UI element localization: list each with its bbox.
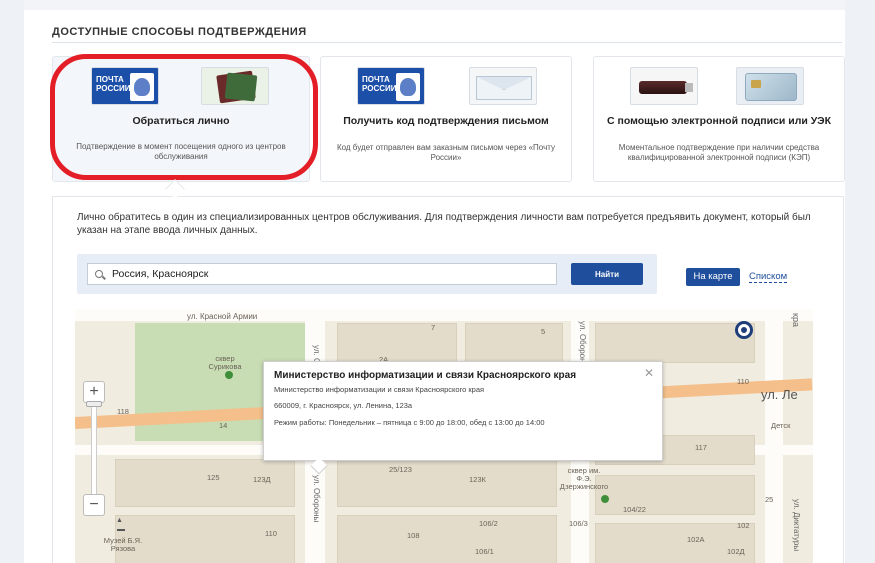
- left-rail: [0, 0, 24, 563]
- building-number: 102: [737, 521, 750, 530]
- russian-post-logo: ПОЧТА РОССИИ: [91, 67, 159, 105]
- smart-card-icon: [736, 67, 804, 105]
- street-label: ул. Ле: [761, 387, 798, 402]
- section-heading: ДОСТУПНЫЕ СПОСОБЫ ПОДТВЕРЖДЕНИЯ: [52, 26, 307, 38]
- street-label: ул. Красной Армии: [187, 312, 258, 321]
- method-title: Получить код подтверждения письмом: [343, 115, 549, 127]
- street-label: кра: [791, 313, 801, 327]
- method-description: Подтверждение в момент посещения одного …: [76, 142, 286, 161]
- heading-divider: [52, 42, 842, 43]
- building-number: 7: [431, 323, 436, 332]
- tree-icon: [225, 371, 233, 379]
- street-label: ул. Обороны: [312, 475, 321, 523]
- method-title: С помощью электронной подписи или УЭК: [606, 115, 832, 127]
- popup-subtitle: Министерство информатизации и связи Крас…: [274, 385, 485, 394]
- post-eagle-icon: [130, 73, 154, 101]
- building-number: 102А: [687, 535, 705, 544]
- building-number: 117: [695, 443, 707, 452]
- building-number: 104/22: [623, 505, 646, 514]
- building-number: 110: [737, 377, 749, 386]
- building-number: 102Д: [727, 547, 745, 556]
- building-block: [337, 459, 557, 507]
- passport-icon: [201, 67, 269, 105]
- top-strip: [0, 0, 875, 10]
- card-icons: ПОЧТА РОССИИ: [53, 67, 309, 105]
- usb-token-icon: [630, 67, 698, 105]
- method-description: Моментальное подтверждение при наличии с…: [618, 143, 820, 162]
- usb-tip: [685, 83, 693, 92]
- popup-hours: Режим работы: Понедельник – пятница с 9:…: [274, 418, 545, 427]
- method-card-e-signature[interactable]: С помощью электронной подписи или УЭК Мо…: [593, 56, 845, 182]
- building-number: 108: [407, 531, 420, 540]
- building-block: [595, 475, 755, 515]
- zoom-slider-handle[interactable]: [86, 401, 102, 407]
- building-block: [465, 323, 563, 363]
- russian-post-logo: ПОЧТА РОССИИ: [357, 67, 425, 105]
- card-chip: [751, 80, 761, 88]
- card-icons: ПОЧТА РОССИИ: [321, 67, 571, 105]
- view-map-toggle[interactable]: На карте: [686, 268, 740, 286]
- envelope-shape: [476, 76, 532, 100]
- square-label: сквер им. Ф.Э. Дзержинского: [559, 466, 609, 491]
- card-icons: [594, 67, 844, 105]
- road: [765, 309, 783, 563]
- search-input[interactable]: [87, 263, 557, 285]
- building-block: [595, 523, 755, 563]
- building-number: 106/3: [569, 519, 588, 528]
- map-label: Детск: [771, 421, 791, 430]
- passport-cover-2: [224, 72, 258, 102]
- building-number: 118: [117, 407, 129, 416]
- popup-title: Министерство информатизации и связи Крас…: [274, 370, 577, 381]
- right-rail: [845, 0, 875, 563]
- search-icon: [95, 270, 103, 278]
- method-title: Обратиться лично: [132, 115, 230, 127]
- building-number: 106/1: [475, 547, 494, 556]
- building-number: 5: [541, 327, 546, 336]
- method-card-letter[interactable]: ПОЧТА РОССИИ Получить код подтверждения …: [320, 56, 572, 182]
- zoom-out-button[interactable]: −: [83, 494, 105, 516]
- search-bar: Найти: [77, 254, 657, 294]
- tree-icon: [601, 495, 609, 503]
- page: ДОСТУПНЫЕ СПОСОБЫ ПОДТВЕРЖДЕНИЯ ПОЧТА РО…: [0, 0, 875, 563]
- building-number: 25/123: [389, 465, 412, 474]
- building-number: 125: [207, 473, 220, 482]
- method-card-in-person[interactable]: ПОЧТА РОССИИ Обратиться лично Подтвержде…: [52, 56, 310, 182]
- building-number: 14: [219, 421, 228, 430]
- street-label: ул. Диктатуры: [792, 499, 801, 552]
- view-list-link[interactable]: Списком: [749, 271, 788, 283]
- building-block: [337, 323, 457, 363]
- location-popup: ✕ Министерство информатизации и связи Кр…: [263, 361, 663, 461]
- zoom-in-button[interactable]: +: [83, 381, 105, 403]
- popup-address: 660009, г. Красноярск, ул. Ленина, 123а: [274, 401, 413, 410]
- map[interactable]: ул. Красной Армии сквер Сурикова ул. Обо…: [75, 309, 813, 563]
- usb-body: [639, 81, 687, 94]
- museum-label: Музей Б.Я. Рязова: [103, 536, 143, 553]
- find-button[interactable]: Найти: [571, 263, 643, 285]
- post-eagle-icon: [396, 73, 420, 101]
- method-description: Код будет отправлен вам заказным письмом…: [336, 143, 555, 162]
- in-person-panel: Лично обратитесь в один из специализиров…: [52, 196, 844, 563]
- close-icon[interactable]: ✕: [644, 366, 654, 380]
- building-number: 110: [265, 529, 277, 538]
- square-label: сквер Сурикова: [208, 354, 242, 371]
- building-number: 123Д: [253, 475, 271, 484]
- building-number: 123К: [469, 475, 486, 484]
- locate-icon[interactable]: [735, 321, 753, 339]
- building-block: [337, 515, 557, 563]
- building-number: 106/2: [479, 519, 498, 528]
- building-block: [595, 323, 755, 363]
- road: [75, 309, 813, 321]
- envelope-icon: [469, 67, 537, 105]
- museum-icon: [116, 517, 125, 531]
- intro-text: Лично обратитесь в один из специализиров…: [77, 212, 811, 236]
- building-number: 25: [765, 495, 774, 504]
